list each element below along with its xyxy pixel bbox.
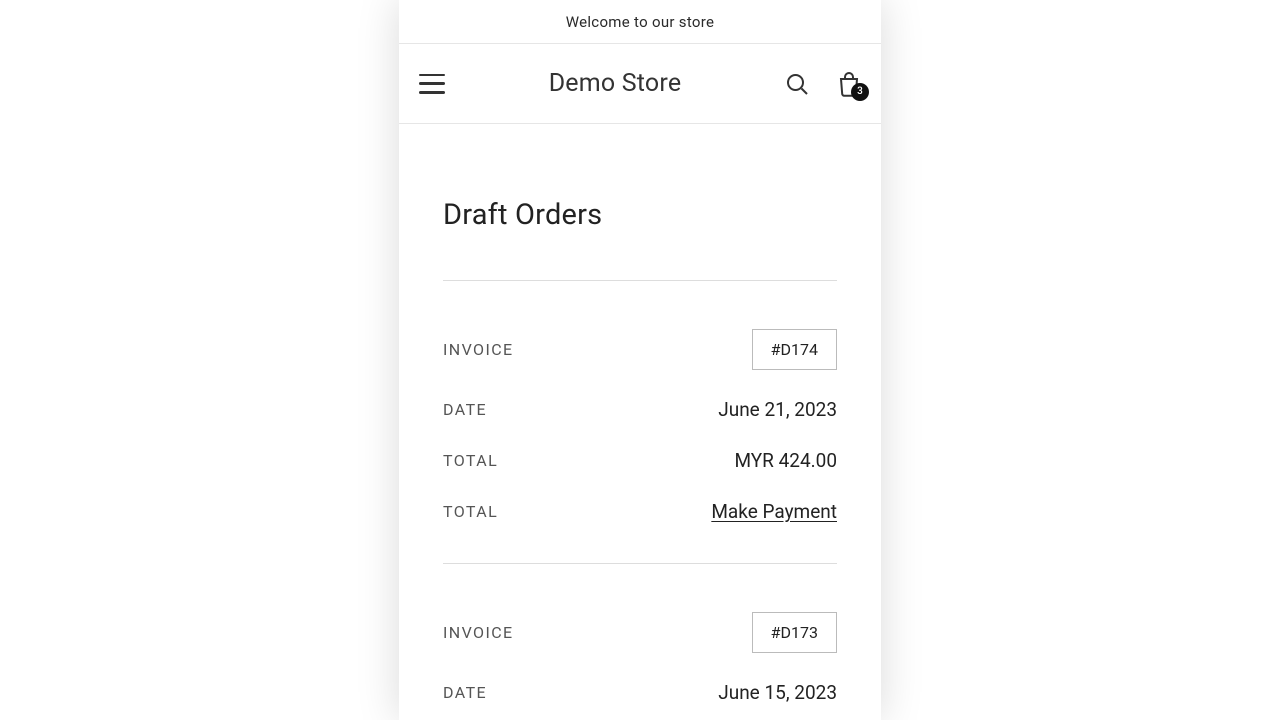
announcement-bar: Welcome to our store — [399, 0, 881, 44]
page-title: Draft Orders — [443, 198, 837, 232]
total-label: TOTAL — [443, 451, 498, 470]
invoice-number[interactable]: #D173 — [752, 612, 837, 653]
date-value: June 21, 2023 — [718, 398, 837, 421]
main-content: Draft Orders INVOICE #D174 DATE June 21,… — [399, 124, 881, 720]
store-name[interactable]: Demo Store — [549, 69, 682, 98]
date-label: DATE — [443, 400, 487, 419]
order-card: INVOICE #D173 DATE June 15, 2023 — [443, 563, 837, 720]
search-icon[interactable] — [785, 72, 809, 96]
header: Demo Store 3 — [399, 44, 881, 124]
cart-badge: 3 — [851, 83, 869, 101]
action-label: TOTAL — [443, 502, 498, 521]
date-value: June 15, 2023 — [718, 681, 837, 704]
invoice-label: INVOICE — [443, 623, 514, 642]
menu-icon[interactable] — [419, 74, 445, 94]
cart-icon[interactable]: 3 — [837, 71, 861, 97]
order-card: INVOICE #D174 DATE June 21, 2023 TOTAL M… — [443, 280, 837, 563]
announcement-text: Welcome to our store — [566, 13, 715, 31]
mobile-viewport: Welcome to our store Demo Store 3 Draft … — [399, 0, 881, 720]
total-value: MYR 424.00 — [734, 449, 837, 472]
make-payment-link[interactable]: Make Payment — [711, 500, 837, 523]
date-label: DATE — [443, 683, 487, 702]
invoice-number[interactable]: #D174 — [752, 329, 837, 370]
invoice-label: INVOICE — [443, 340, 514, 359]
